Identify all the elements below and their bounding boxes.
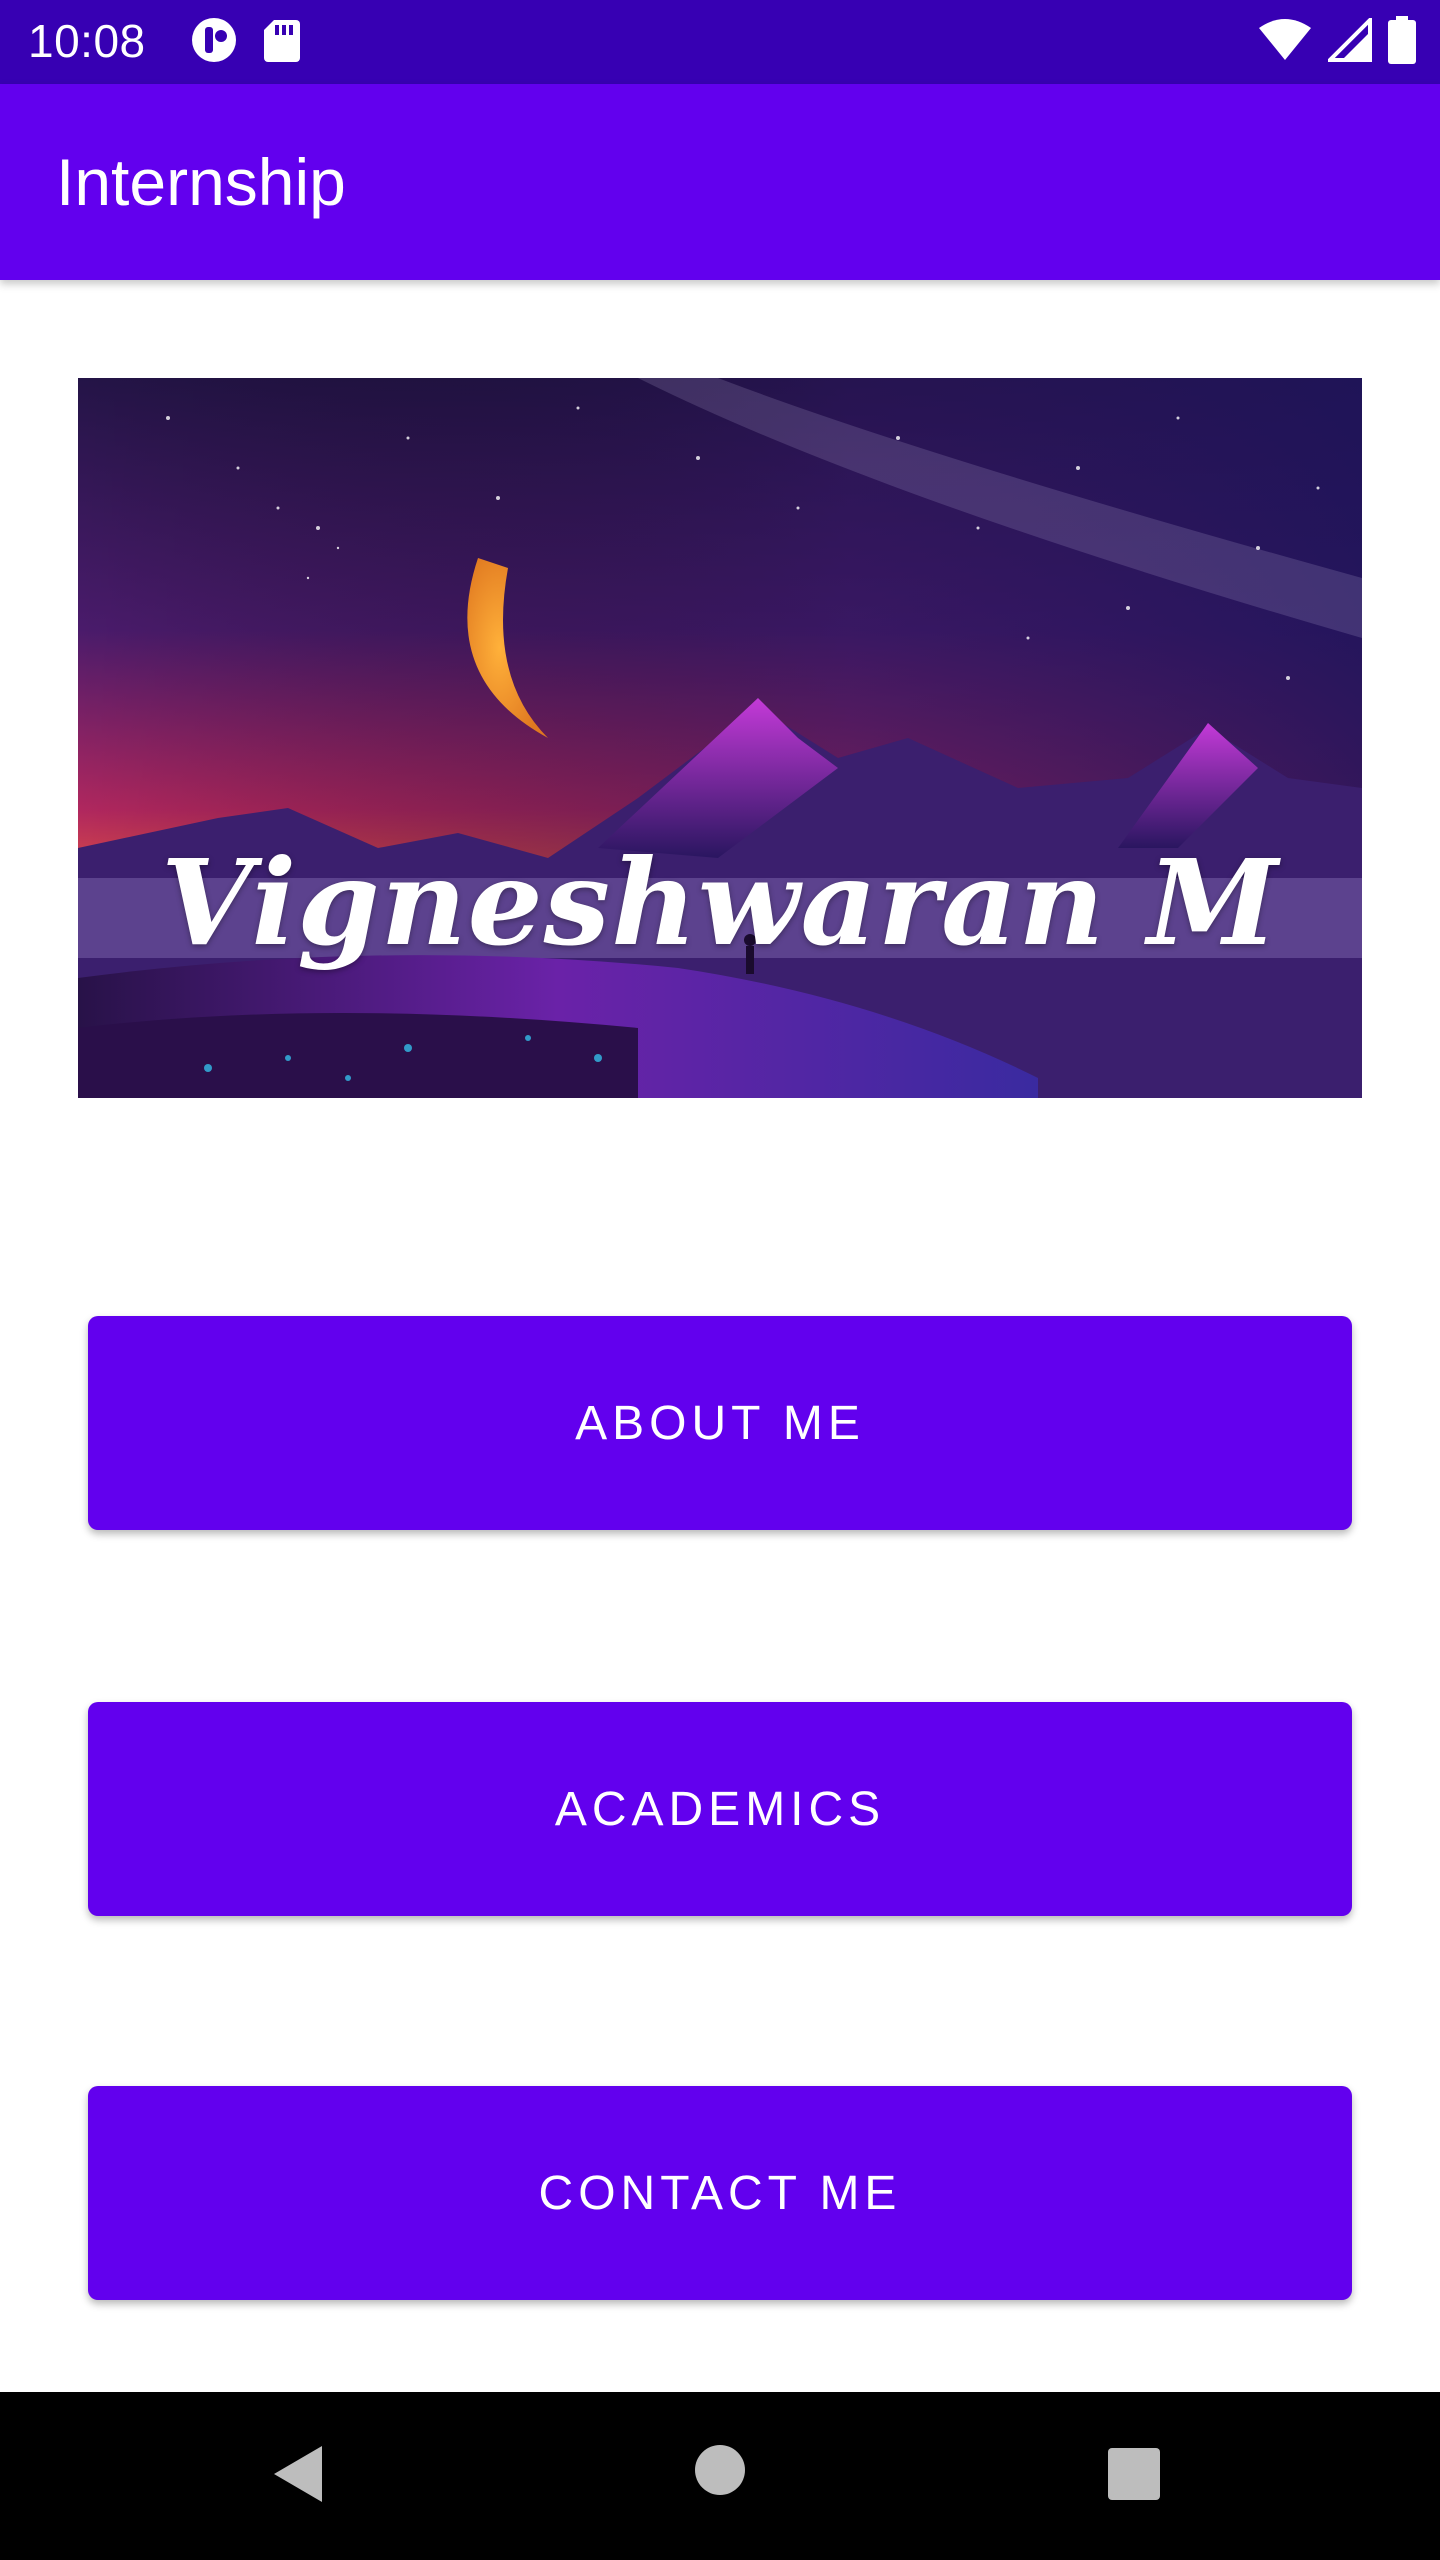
app-screen: 10:08 Internship Vigneshwaran M ABOUT ME… [0,0,1440,2560]
back-icon[interactable] [270,2444,326,2509]
app-bar: Internship [0,84,1440,280]
sd-card-icon [262,16,302,69]
about-me-button[interactable]: ABOUT ME [88,1316,1352,1530]
cell-signal-icon [1325,14,1372,67]
system-nav-bar [0,2392,1440,2560]
status-bar: 10:08 [0,0,1440,84]
home-icon[interactable] [694,2444,746,2501]
recents-icon[interactable] [1108,2448,1160,2505]
battery-icon [1388,15,1416,69]
app-title: Internship [56,145,346,219]
banner-image: Vigneshwaran M [78,378,1362,1098]
notification-app-icon [190,16,240,69]
academics-button[interactable]: ACADEMICS [88,1702,1352,1916]
wifi-icon [1258,18,1312,67]
status-time: 10:08 [28,15,146,67]
banner-name-text: Vigneshwaran M [160,833,1280,972]
contact-me-button[interactable]: CONTACT ME [88,2086,1352,2300]
